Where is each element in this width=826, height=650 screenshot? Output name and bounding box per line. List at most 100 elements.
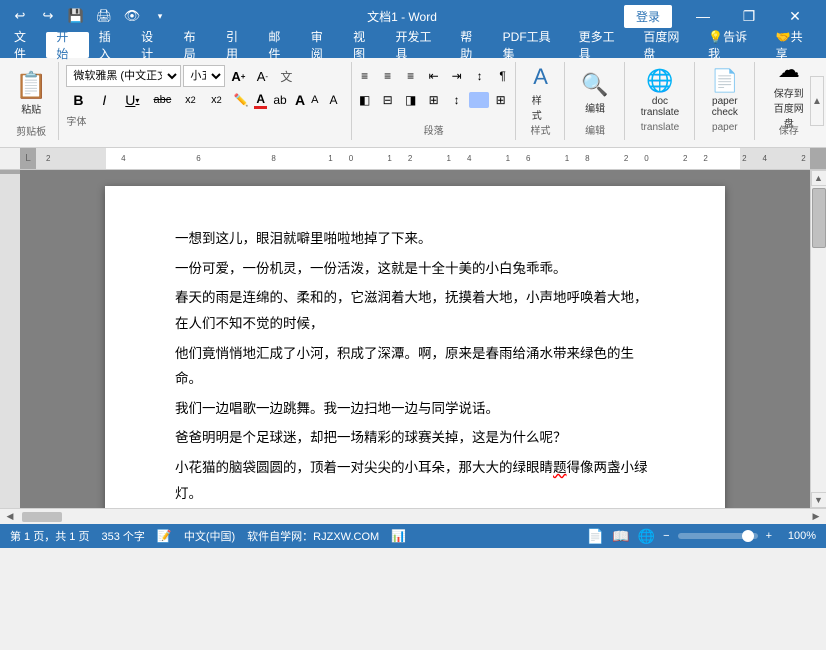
menu-review[interactable]: 审阅	[301, 32, 343, 58]
paper-check-button[interactable]: 📄 papercheck	[702, 65, 747, 121]
window-title: 文档1 - Word	[180, 8, 624, 25]
italic-button[interactable]: I	[92, 89, 116, 111]
status-bar: 第 1 页，共 1 页 353 个字 📝 中文(中国) 软件自学网：RJZXW.…	[0, 524, 826, 548]
translate-group-label: translate	[641, 122, 679, 133]
font-highlight-icon[interactable]: ab	[269, 89, 291, 111]
preview-quick-button[interactable]: 👁	[120, 4, 144, 28]
increase-indent[interactable]: ⇥	[446, 65, 468, 87]
scroll-thumb[interactable]	[812, 188, 826, 248]
menu-mailings[interactable]: 邮件	[258, 32, 300, 58]
menu-layout[interactable]: 布局	[174, 32, 216, 58]
word-count: 353 个字	[101, 528, 144, 544]
paragraph-5: 我们一边唱歌一边跳舞。我一边扫地一边与同学说话。	[175, 396, 655, 422]
borders[interactable]: ⊞	[490, 89, 512, 111]
view-print-icon[interactable]: 📄	[587, 528, 604, 545]
strikethrough-button[interactable]: abc	[148, 89, 176, 111]
scroll-down-button[interactable]: ▼	[811, 492, 826, 508]
bold-button[interactable]: B	[66, 89, 90, 111]
macro-icon: 📊	[391, 529, 406, 543]
font-size-select[interactable]: 小五	[183, 65, 225, 87]
ribbon-expand-arrow[interactable]: ▲	[810, 76, 824, 126]
login-button[interactable]: 登录	[624, 5, 672, 28]
menu-view[interactable]: 视图	[343, 32, 385, 58]
menu-file[interactable]: 文件	[4, 32, 46, 58]
menu-design[interactable]: 设计	[131, 32, 173, 58]
scroll-right-button[interactable]: ▶	[808, 510, 824, 524]
justify[interactable]: ⊞	[423, 89, 445, 111]
menu-pdf[interactable]: PDF工具集	[493, 32, 569, 58]
undo-button[interactable]: ↩	[8, 4, 32, 28]
scroll-left-button[interactable]: ◀	[2, 510, 18, 524]
editing-group-label: 编辑	[585, 122, 605, 137]
website-info: 软件自学网：RJZXW.COM	[247, 528, 379, 544]
font-family-select[interactable]: 微软雅黑 (中文正文)	[66, 65, 181, 87]
sort-button[interactable]: ↕	[469, 65, 491, 87]
decrease-indent[interactable]: ⇤	[423, 65, 445, 87]
view-read-icon[interactable]: 📖	[612, 528, 629, 545]
font-size-increase[interactable]: A+	[227, 65, 249, 87]
menu-more-tools[interactable]: 更多工具	[569, 32, 634, 58]
align-list-bullet[interactable]: ≡	[354, 65, 376, 87]
h-scroll-thumb[interactable]	[22, 512, 62, 522]
document-container[interactable]: 一想到这儿，眼泪就噼里啪啦地掉了下来。 一份可爱，一份机灵，一份活泼，这就是十全…	[20, 170, 810, 508]
menu-insert[interactable]: 插入	[89, 32, 131, 58]
paragraph-6: 爸爸明明是个足球迷，却把一场精彩的球赛关掉，这是为什么呢？	[175, 425, 655, 451]
document-page[interactable]: 一想到这儿，眼泪就噼里啪啦地掉了下来。 一份可爱，一份机灵，一份活泼，这就是十全…	[105, 186, 725, 508]
customize-quick-access[interactable]: ▾	[148, 4, 172, 28]
paragraph-1: 一想到这儿，眼泪就噼里啪啦地掉了下来。	[175, 226, 655, 252]
multilevel-list[interactable]: ≡	[400, 65, 422, 87]
menu-references[interactable]: 引用	[216, 32, 258, 58]
status-right: 📄 📖 🌐 − + 100%	[587, 528, 816, 545]
font-color-a-icon: A	[254, 92, 267, 109]
font-size-decrease[interactable]: A-	[251, 65, 273, 87]
zoom-out-button[interactable]: −	[663, 530, 669, 542]
view-web-icon[interactable]: 🌐	[638, 528, 655, 545]
zoom-in-button[interactable]: +	[766, 530, 772, 542]
align-right[interactable]: ◨	[400, 89, 422, 111]
underline-button[interactable]: U▾	[118, 89, 146, 111]
doc-translate-button[interactable]: 🌐 doctranslate	[632, 65, 688, 121]
menu-developer[interactable]: 开发工具	[386, 32, 451, 58]
shading[interactable]	[469, 92, 489, 108]
translate-label: doctranslate	[641, 96, 679, 118]
font-group-label: 字体	[66, 113, 344, 128]
line-spacing[interactable]: ↕	[446, 89, 468, 111]
editing-button[interactable]: 🔍 编辑	[572, 65, 617, 121]
align-list-numbered[interactable]: ≡	[377, 65, 399, 87]
chinese-char-icon[interactable]: 文	[275, 65, 297, 87]
zoom-thumb[interactable]	[742, 530, 754, 542]
menu-baidu[interactable]: 百度网盘	[633, 32, 698, 58]
menu-tell-me[interactable]: 💡告诉我	[698, 32, 766, 58]
superscript-button[interactable]: x2	[204, 89, 228, 111]
clear-format-button[interactable]: A	[323, 89, 345, 111]
clipboard-group: 📋 粘贴 剪贴板	[4, 62, 59, 140]
baidu-save-icon: ☁	[778, 57, 800, 83]
scroll-up-button[interactable]: ▲	[811, 170, 826, 186]
format-painter-icon[interactable]: ✏️	[230, 89, 252, 111]
subscript-button[interactable]: x2	[178, 89, 202, 111]
menu-share[interactable]: 🤝共享	[766, 32, 822, 58]
font-group: 微软雅黑 (中文正文) 小五 A+ A- 文 B I U▾ abc x2 x2 …	[60, 62, 351, 140]
styles-group-label: 样式	[531, 122, 551, 137]
horizontal-scrollbar[interactable]: ◀ ▶	[0, 508, 826, 524]
font-size-a-small: A	[309, 94, 320, 106]
zoom-slider[interactable]	[678, 533, 758, 539]
menu-help[interactable]: 帮助	[450, 32, 492, 58]
menu-home[interactable]: 开始	[46, 32, 88, 58]
paste-button[interactable]: 📋 粘贴	[8, 65, 54, 121]
paragraph-2: 一份可爱，一份机灵，一份活泼，这就是十全十美的小白兔乖乖。	[175, 256, 655, 282]
align-left[interactable]: ◧	[354, 89, 376, 111]
editing-icon: 🔍	[581, 72, 608, 98]
show-marks[interactable]: ¶	[492, 65, 514, 87]
vertical-scrollbar[interactable]: ▲ ▼	[810, 170, 826, 508]
print-quick-button[interactable]: 🖨	[92, 4, 116, 28]
styles-button[interactable]: A 样式	[523, 65, 559, 121]
ruler-scale: 2 4 6 8 10 12 14 16 18 20 22 24 26 28 30…	[38, 154, 810, 163]
quick-access-toolbar: ↩ ↪ 💾 🖨 👁 ▾	[8, 4, 172, 28]
paragraph-4: 他们竟悄悄地汇成了小河，积成了深潭。啊，原来是春雨给涌水带来绿色的生命。	[175, 341, 655, 392]
zoom-level[interactable]: 100%	[780, 530, 816, 542]
align-center[interactable]: ⊟	[377, 89, 399, 111]
redo-button[interactable]: ↪	[36, 4, 60, 28]
save-baidu-button[interactable]: ☁ 保存到百度网盘	[762, 65, 816, 121]
save-quick-button[interactable]: 💾	[64, 4, 88, 28]
